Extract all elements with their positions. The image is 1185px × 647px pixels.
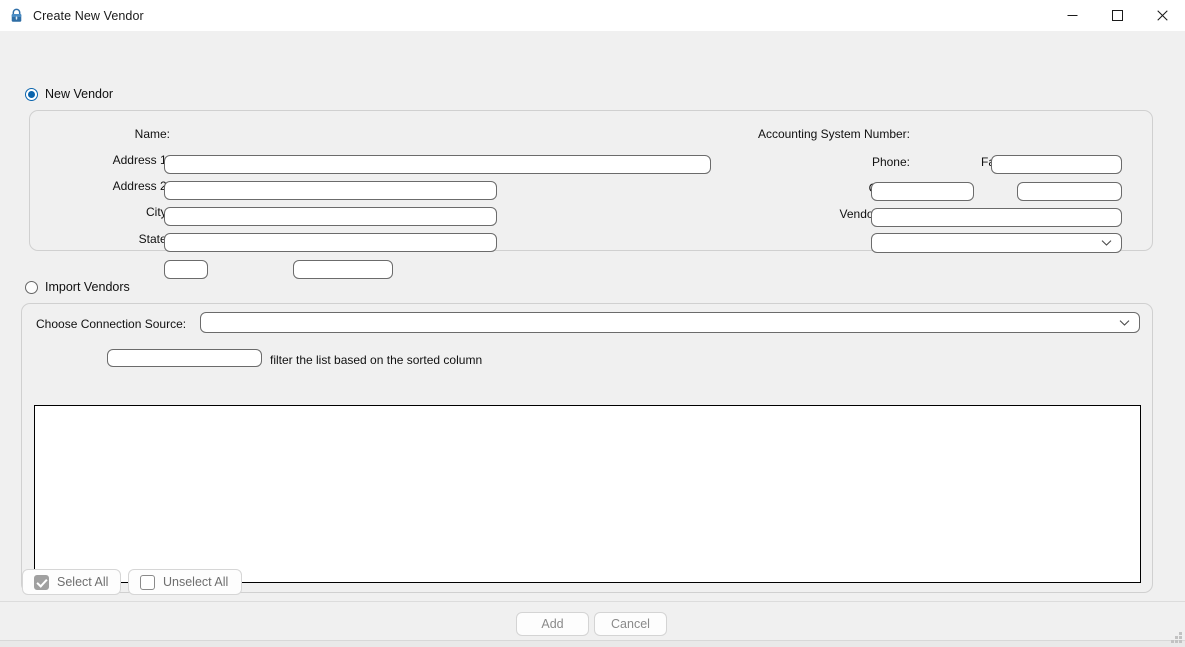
select-all-button[interactable]: Select All [22, 569, 121, 595]
import-vendors-groupbox: Choose Connection Source: filter the lis… [21, 303, 1153, 593]
label-address1: Address 1: [112, 153, 170, 167]
name-input[interactable] [164, 155, 711, 174]
dialog-body: New Vendor Name: Address 1: Address 2: C… [0, 31, 1185, 647]
minimize-button[interactable] [1050, 0, 1095, 31]
radio-import-vendors-indicator[interactable] [25, 280, 38, 294]
status-bar [0, 640, 1185, 647]
accounting-system-number-input[interactable] [991, 155, 1122, 174]
vendor-list[interactable] [34, 405, 1141, 583]
add-button[interactable]: Add [516, 612, 589, 636]
zip-input[interactable] [293, 260, 393, 279]
window-title: Create New Vendor [33, 8, 144, 23]
state-input[interactable] [164, 260, 208, 279]
unselect-all-checkbox[interactable] [140, 574, 155, 590]
close-button[interactable] [1140, 0, 1185, 31]
filter-hint: filter the list based on the sorted colu… [270, 353, 483, 367]
radio-import-vendors[interactable]: Import Vendors [25, 280, 130, 294]
radio-new-vendor-indicator[interactable] [25, 87, 38, 101]
window-controls [1050, 0, 1185, 31]
county-input[interactable] [871, 208, 1122, 227]
address1-input[interactable] [164, 181, 497, 200]
select-all-label: Select All [57, 575, 109, 589]
chevron-down-icon [1119, 319, 1130, 327]
title-bar: Create New Vendor [0, 0, 1185, 32]
label-state: State: [138, 232, 170, 246]
select-all-checkbox[interactable] [34, 574, 49, 590]
filter-input[interactable] [107, 349, 262, 367]
phone-input[interactable] [871, 182, 974, 201]
connection-source-select[interactable] [200, 312, 1140, 333]
fax-input[interactable] [1017, 182, 1122, 201]
label-address2: Address 2: [112, 179, 170, 193]
footer-separator [0, 601, 1185, 602]
unselect-all-button[interactable]: Unselect All [128, 569, 242, 595]
resize-grip[interactable] [1169, 630, 1182, 643]
label-name: Name: [134, 127, 170, 141]
radio-import-vendors-label: Import Vendors [45, 280, 130, 294]
chevron-down-icon [1101, 239, 1112, 247]
city-input[interactable] [164, 233, 497, 252]
lock-icon [8, 7, 25, 24]
unselect-all-label: Unselect All [163, 575, 229, 589]
cancel-button[interactable]: Cancel [594, 612, 667, 636]
radio-new-vendor-label: New Vendor [45, 87, 114, 101]
label-accounting-system-number: Accounting System Number: [757, 127, 910, 141]
radio-new-vendor[interactable]: New Vendor [25, 87, 113, 101]
maximize-button[interactable] [1095, 0, 1140, 31]
vendor-type-select[interactable] [871, 233, 1122, 253]
address2-input[interactable] [164, 207, 497, 226]
label-phone: Phone: [871, 155, 910, 169]
label-city: City: [146, 205, 170, 219]
new-vendor-groupbox: Name: Address 1: Address 2: City: State:… [29, 110, 1153, 279]
